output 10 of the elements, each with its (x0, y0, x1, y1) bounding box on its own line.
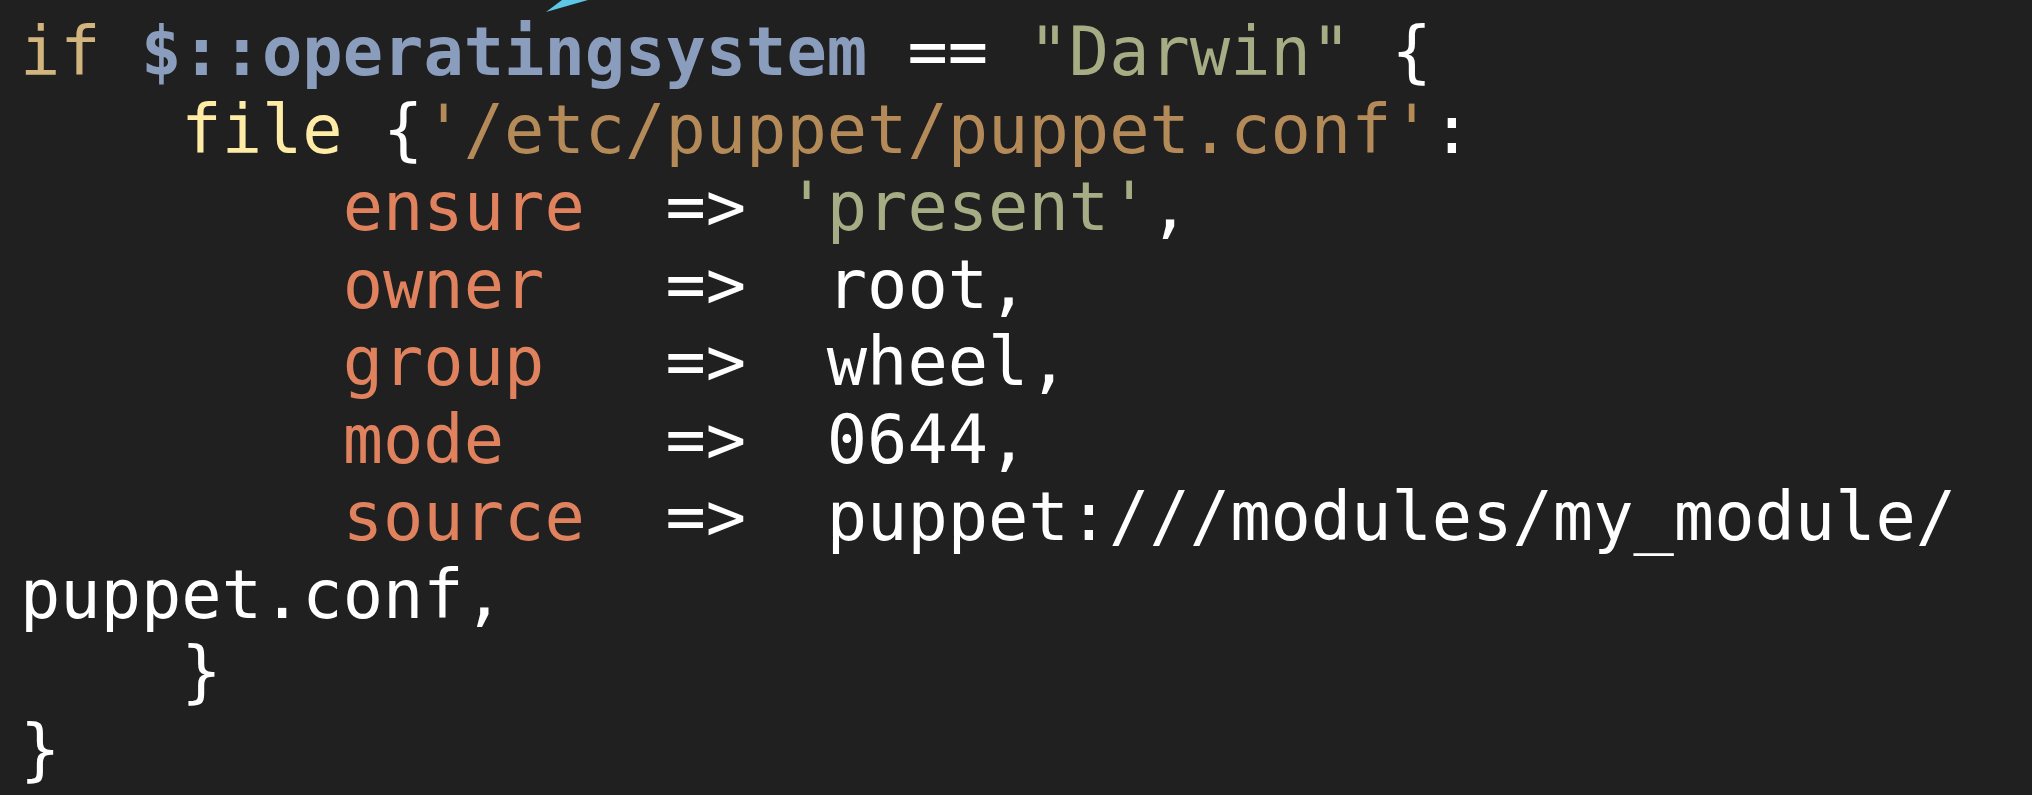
code-line: file {'/etc/puppet/puppet.conf': (180, 91, 1473, 169)
code-line: owner => root, (341, 246, 1029, 324)
code-line: ensure => 'present', (341, 169, 1190, 247)
code-line: group => wheel, (341, 324, 1069, 402)
code-line: source => puppet:///modules/my_module/ (341, 479, 1957, 557)
code-line: puppet.conf, (20, 556, 505, 634)
code-line: mode => 0644, (341, 401, 1029, 479)
code-line: if $::operatingsystem == "Darwin" { (20, 14, 1432, 92)
code-line: } (180, 634, 222, 712)
code-line: } (20, 711, 61, 789)
